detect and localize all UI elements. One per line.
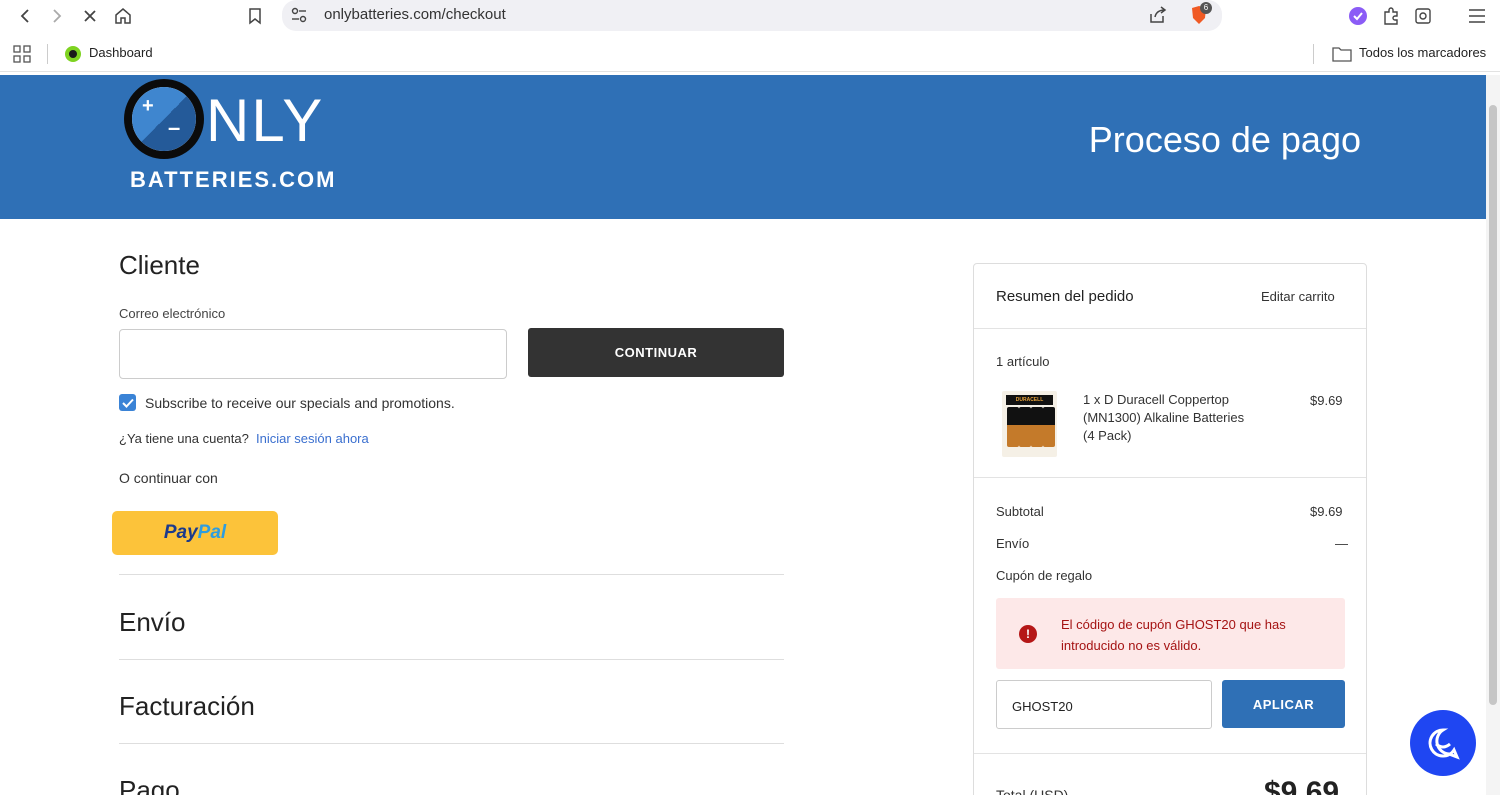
extensions-icon[interactable] [1378, 3, 1404, 29]
section-divider [119, 659, 784, 660]
email-label: Correo electrónico [119, 306, 226, 321]
share-icon[interactable] [1148, 6, 1168, 29]
page-scrollbar[interactable] [1486, 75, 1500, 795]
item-name: 1 x D Duracell Coppertop (MN1300) Alkali… [1083, 392, 1245, 443]
order-summary: Resumen del pedido Editar carrito 1 artí… [973, 263, 1367, 795]
email-field[interactable] [119, 329, 507, 379]
bookmarks-divider-right [1313, 44, 1314, 64]
forward-icon[interactable] [44, 3, 70, 29]
apply-coupon-button[interactable]: APLICAR [1222, 680, 1345, 728]
dashboard-favicon-icon [64, 45, 82, 68]
billing-heading[interactable]: Facturación [119, 691, 255, 722]
shipping-value: — [1335, 536, 1348, 551]
summary-divider [974, 753, 1366, 754]
summary-divider [974, 477, 1366, 478]
or-continue-label: O continuar con [119, 470, 218, 486]
section-divider [119, 574, 784, 575]
bookmark-icon[interactable] [242, 3, 268, 29]
subscribe-label[interactable]: Subscribe to receive our specials and pr… [145, 395, 455, 411]
section-divider [119, 743, 784, 744]
account-prompt: ¿Ya tiene una cuenta? [119, 431, 249, 446]
site-header: + – NLY BATTERIES.COM Proceso de pago [0, 75, 1486, 219]
bookmarks-bar: Dashboard Todos los marcadores [0, 36, 1500, 72]
brave-shields-icon[interactable]: 6 [1188, 2, 1212, 31]
paypal-logo-pay: Pay [163, 522, 198, 543]
chat-widget-button[interactable] [1410, 710, 1476, 776]
paypal-button[interactable]: Pay Pal [112, 511, 278, 555]
summary-title: Resumen del pedido [996, 288, 1134, 305]
customer-heading: Cliente [119, 250, 200, 280]
total-label: Total (USD) [996, 787, 1069, 795]
page-viewport: + – NLY BATTERIES.COM Proceso de pago Cl… [0, 75, 1486, 795]
gift-coupon-link[interactable]: Cupón de regalo [996, 568, 1092, 583]
all-bookmarks-link[interactable]: Todos los marcadores [1359, 45, 1486, 60]
chat-bubble-icon [1428, 728, 1460, 760]
logo-battery-icon[interactable]: + – [124, 79, 204, 159]
vpn-extension-icon[interactable] [1345, 3, 1371, 29]
bookmarks-divider [47, 44, 48, 64]
subtotal-label: Subtotal [996, 504, 1044, 519]
error-icon: ! [1019, 625, 1037, 643]
back-icon[interactable] [12, 3, 38, 29]
shields-badge: 6 [1200, 2, 1212, 14]
edit-cart-link[interactable]: Editar carrito [1261, 289, 1335, 304]
error-message: El código de cupón GHOST20 que has intro… [1061, 617, 1286, 653]
subscribe-checkbox[interactable] [119, 394, 136, 411]
logo-subtext[interactable]: BATTERIES.COM [130, 167, 336, 193]
product-thumbnail[interactable]: DURACELL [1002, 391, 1057, 457]
coupon-input[interactable]: GHOST20 [996, 680, 1212, 729]
apps-grid-icon[interactable] [13, 45, 31, 68]
page-title: Proceso de pago [1088, 119, 1361, 160]
url-text[interactable]: onlybatteries.com/checkout [324, 6, 506, 23]
home-icon[interactable] [110, 3, 136, 29]
folder-icon[interactable] [1332, 45, 1352, 68]
summary-divider [974, 328, 1366, 329]
continue-button[interactable]: CONTINUAR [528, 328, 784, 377]
login-link[interactable]: Iniciar sesión ahora [256, 431, 369, 446]
payment-heading[interactable]: Pago [119, 775, 180, 795]
item-count: 1 artículo [996, 354, 1050, 369]
paypal-logo-pal: Pal [197, 522, 227, 543]
subtotal-value: $9.69 [1310, 504, 1343, 519]
check-icon [121, 398, 134, 408]
logo-text[interactable]: NLY [206, 91, 324, 151]
stop-loading-icon[interactable] [77, 3, 103, 29]
site-settings-icon[interactable] [290, 7, 308, 28]
coupon-error-alert: ! El código de cupón GHOST20 que has int… [996, 598, 1345, 669]
shipping-label: Envío [996, 536, 1030, 551]
total-value: $9.69 [1264, 776, 1340, 795]
scrollbar-thumb[interactable] [1489, 105, 1497, 705]
address-bar[interactable]: onlybatteries.com/checkout 6 [282, 0, 1222, 31]
product-brand: DURACELL [1006, 395, 1053, 405]
menu-icon[interactable] [1464, 3, 1490, 29]
item-price: $9.69 [1310, 393, 1343, 408]
shipping-heading[interactable]: Envío [119, 607, 186, 638]
wallet-icon[interactable] [1410, 3, 1436, 29]
bookmark-dashboard[interactable]: Dashboard [89, 45, 153, 60]
browser-toolbar: onlybatteries.com/checkout 6 [0, 0, 1500, 32]
